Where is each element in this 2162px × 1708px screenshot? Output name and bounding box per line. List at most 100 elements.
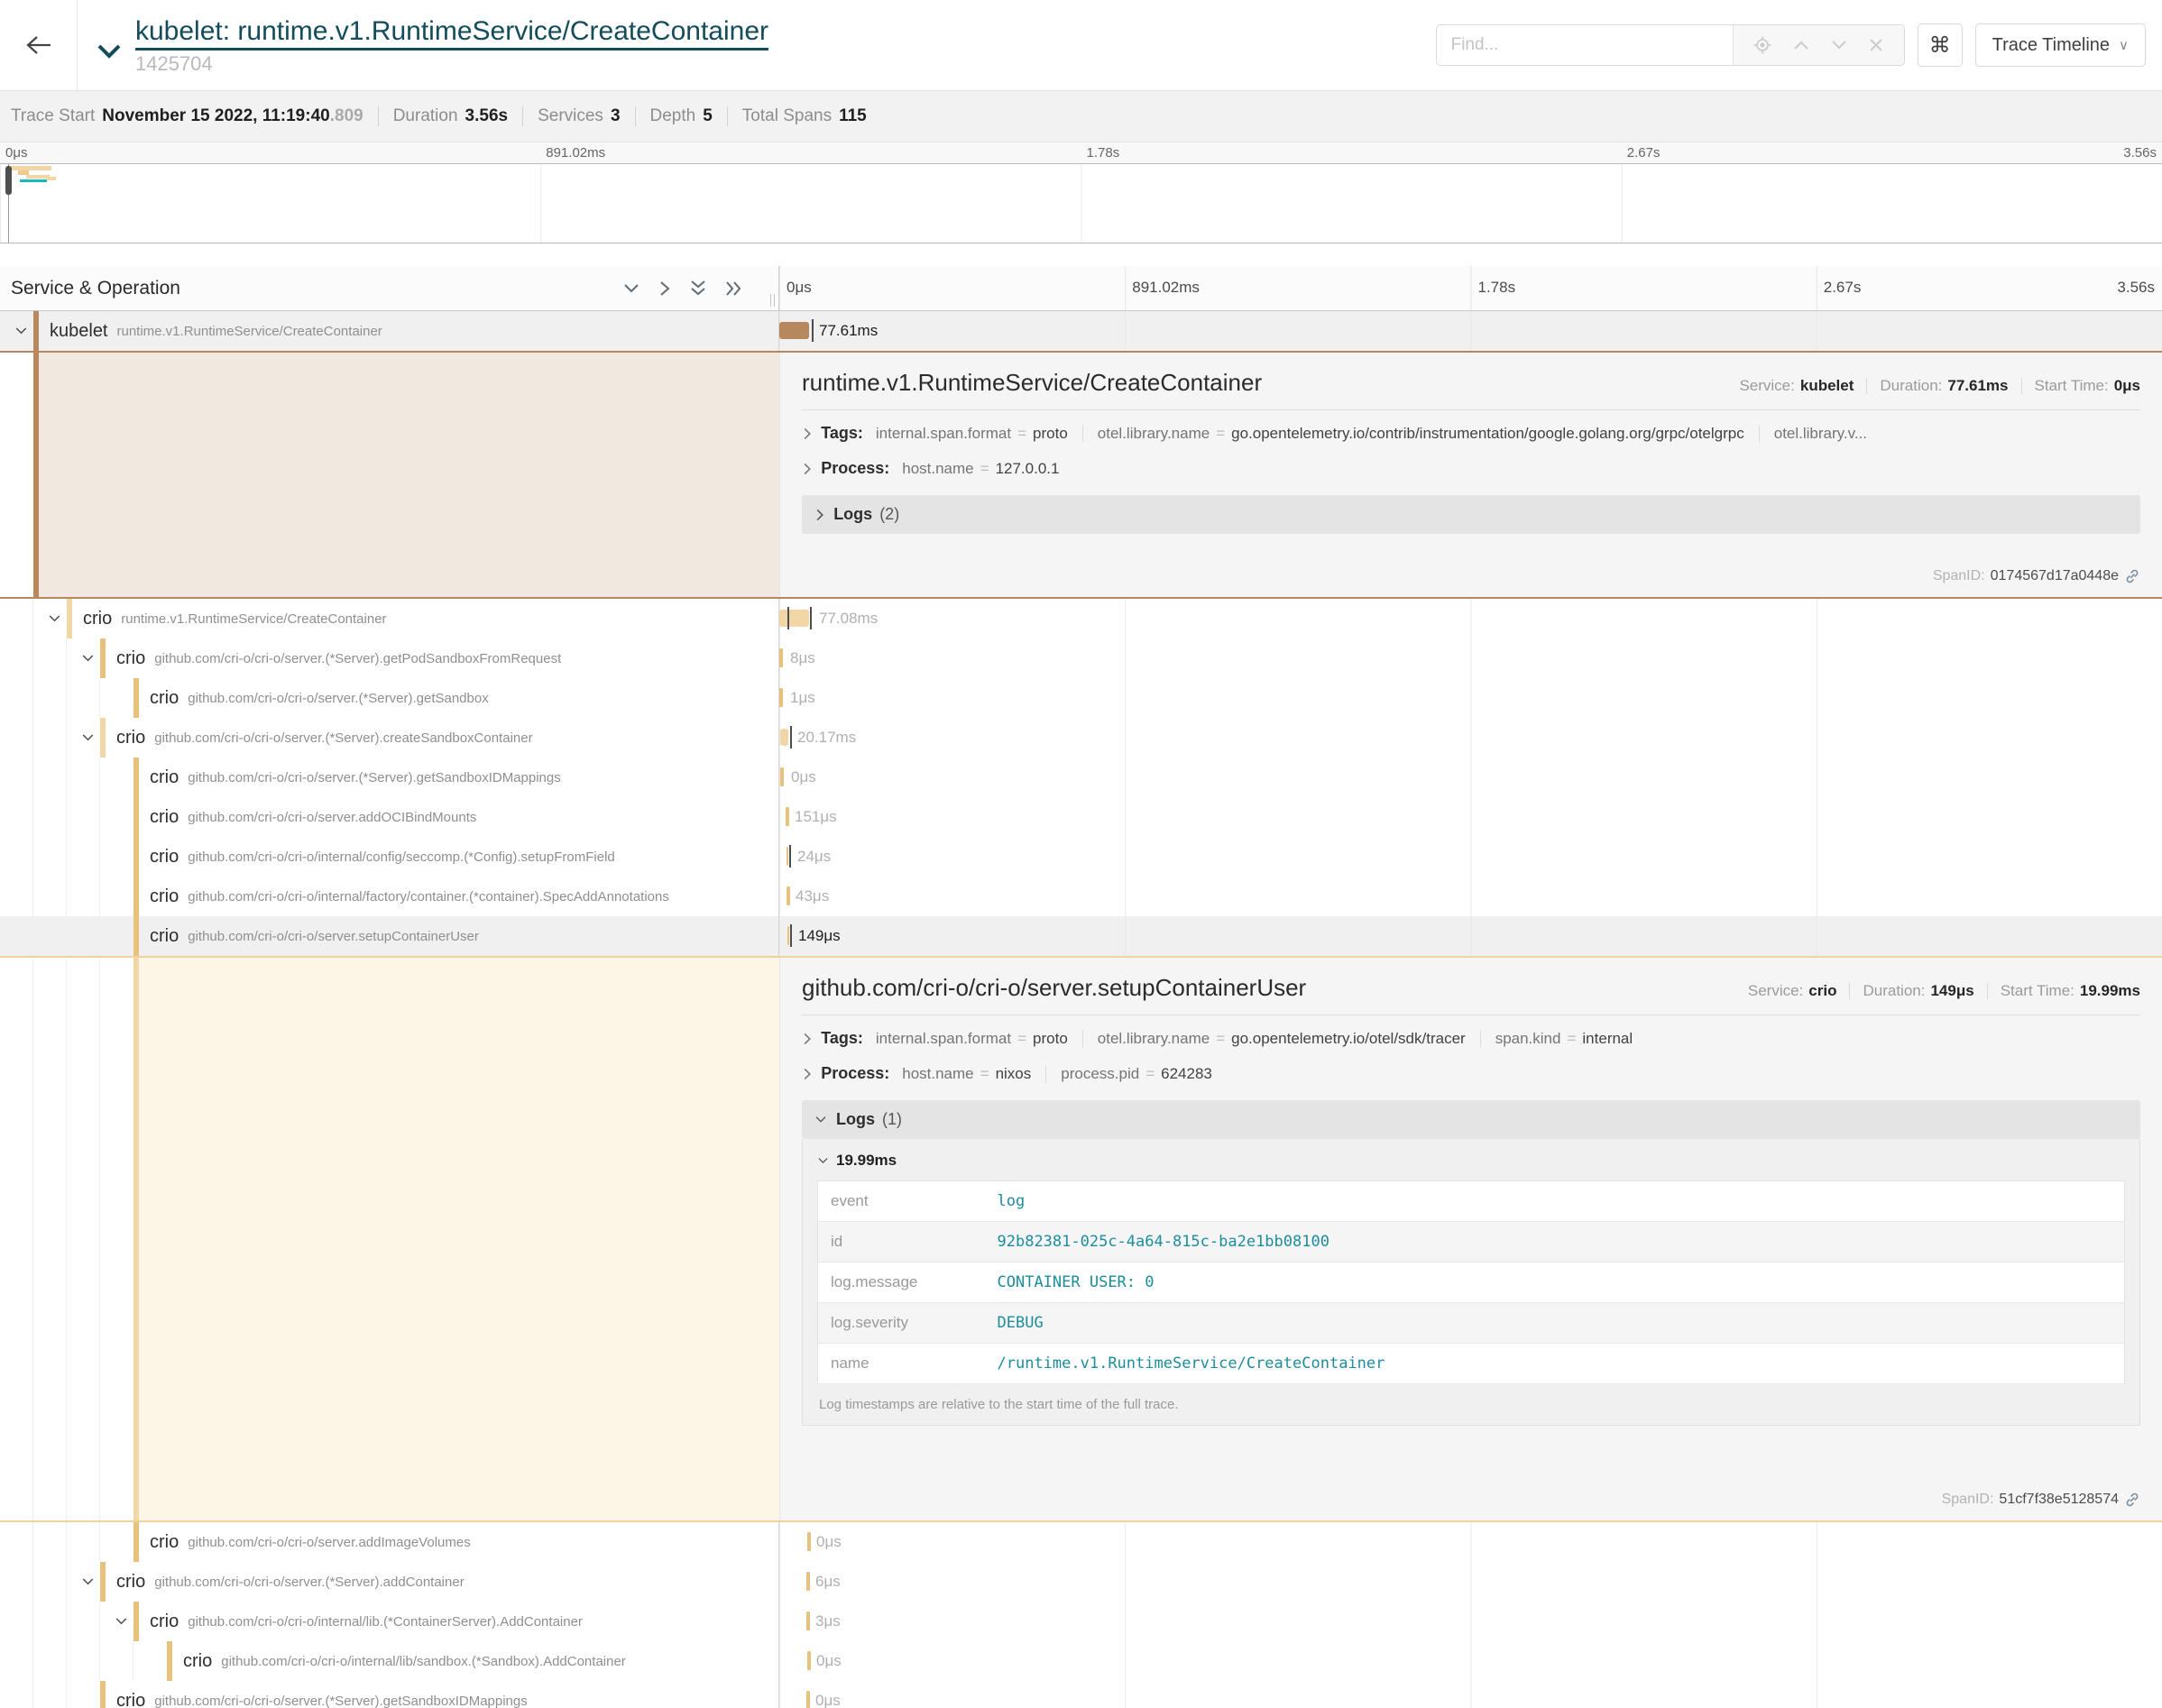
minimap-tick-label: 2.67s xyxy=(1627,145,1661,161)
trace-collapse-chevron-icon[interactable] xyxy=(96,41,123,66)
log-entry: 19.99mseventlogid92b82381-025c-4a64-815c… xyxy=(802,1139,2140,1426)
span-row[interactable]: criogithub.com/cri-o/cri-o/server.(*Serv… xyxy=(0,1562,2162,1602)
span-timeline-cell[interactable]: 0μs xyxy=(779,1522,2162,1562)
indent-guide xyxy=(0,1522,33,1562)
span-row[interactable]: criogithub.com/cri-o/cri-o/server.(*Serv… xyxy=(0,678,2162,718)
indent-guide xyxy=(0,1562,33,1602)
span-row[interactable]: criogithub.com/cri-o/cri-o/server.(*Serv… xyxy=(0,718,2162,758)
span-timeline-cell[interactable]: 151μs xyxy=(779,797,2162,837)
row-expand-chevron-icon[interactable] xyxy=(81,653,95,664)
span-timeline-cell[interactable]: 149μs xyxy=(779,916,2162,956)
process-accordion[interactable]: Process:host.name=nixosprocess.pid=62428… xyxy=(802,1056,2140,1091)
span-duration-label: 151μs xyxy=(795,808,837,826)
span-row[interactable]: criogithub.com/cri-o/cri-o/server.(*Serv… xyxy=(0,638,2162,678)
span-row[interactable]: criogithub.com/cri-o/cri-o/server.(*Serv… xyxy=(0,1681,2162,1708)
back-button[interactable] xyxy=(0,0,78,90)
span-duration-bar[interactable] xyxy=(779,648,783,667)
span-duration-bar[interactable] xyxy=(787,926,789,945)
span-row[interactable]: criogithub.com/cri-o/cri-o/server.(*Serv… xyxy=(0,758,2162,797)
span-timeline-cell[interactable]: 20.17ms xyxy=(779,718,2162,758)
span-row[interactable]: criogithub.com/cri-o/cri-o/internal/conf… xyxy=(0,837,2162,877)
span-id-link[interactable] xyxy=(2124,568,2140,584)
span-timeline-cell[interactable]: 3μs xyxy=(779,1602,2162,1641)
span-timeline-cell[interactable]: 77.08ms xyxy=(779,599,2162,638)
span-row[interactable]: criogithub.com/cri-o/cri-o/server.addOCI… xyxy=(0,797,2162,837)
span-row[interactable]: kubeletruntime.v1.RuntimeService/CreateC… xyxy=(0,311,2162,351)
span-duration-bar[interactable] xyxy=(779,610,809,627)
log-field-value: DEBUG xyxy=(985,1303,2125,1344)
span-timeline-cell[interactable]: 43μs xyxy=(779,877,2162,916)
minimap-tick-label: 891.02ms xyxy=(546,145,605,161)
span-duration-bar[interactable] xyxy=(779,688,783,707)
span-service-name: crio xyxy=(116,1572,145,1593)
trace-minimap[interactable] xyxy=(0,163,2162,243)
tag-chip: host.name=nixos xyxy=(902,1065,1045,1083)
span-row[interactable]: criogithub.com/cri-o/cri-o/internal/lib.… xyxy=(0,1602,2162,1641)
span-duration-bar[interactable] xyxy=(787,847,788,866)
log-entry-timestamp[interactable]: 19.99ms xyxy=(817,1152,2125,1170)
column-resizer-handle[interactable] xyxy=(770,294,775,307)
collapse-one-icon[interactable] xyxy=(621,280,641,297)
span-name-cell: criogithub.com/cri-o/cri-o/server.(*Serv… xyxy=(0,1562,779,1602)
span-row[interactable]: criogithub.com/cri-o/cri-o/server.setupC… xyxy=(0,916,2162,956)
span-row[interactable]: criogithub.com/cri-o/cri-o/internal/fact… xyxy=(0,877,2162,916)
find-clear-icon[interactable] xyxy=(1869,38,1883,52)
span-timeline-cell[interactable]: 24μs xyxy=(779,837,2162,877)
find-prev-icon[interactable] xyxy=(1792,39,1810,51)
span-timeline-cell[interactable]: 0μs xyxy=(779,758,2162,797)
span-duration-bar[interactable] xyxy=(787,886,790,905)
row-expand-chevron-icon[interactable] xyxy=(48,613,61,624)
span-row[interactable]: crioruntime.v1.RuntimeService/CreateCont… xyxy=(0,599,2162,638)
process-accordion[interactable]: Process:host.name=127.0.0.1 xyxy=(802,451,2140,486)
tag-chip-list: host.name=127.0.0.1 xyxy=(902,460,1073,478)
tag-chip-list: internal.span.format=protootel.library.n… xyxy=(876,1030,1647,1048)
tags-accordion[interactable]: Tags:internal.span.format=protootel.libr… xyxy=(802,416,2140,451)
span-timeline-cell[interactable]: 0μs xyxy=(779,1681,2162,1708)
span-duration-bar[interactable] xyxy=(806,1572,810,1591)
logs-accordion[interactable]: Logs(2) xyxy=(802,495,2140,534)
view-selector-button[interactable]: Trace Timeline ∨ xyxy=(1975,23,2146,67)
span-duration-bar[interactable] xyxy=(780,729,788,746)
tags-accordion[interactable]: Tags:internal.span.format=protootel.libr… xyxy=(802,1021,2140,1056)
locate-icon[interactable] xyxy=(1753,36,1771,54)
span-timeline-cell[interactable]: 8μs xyxy=(779,638,2162,678)
accordion-chevron-icon xyxy=(814,1115,827,1125)
span-timeline-cell[interactable]: 0μs xyxy=(779,1641,2162,1681)
expand-all-icon[interactable] xyxy=(724,279,744,298)
indent-guide xyxy=(67,797,100,837)
span-duration-bar[interactable] xyxy=(786,807,789,826)
span-duration-bar[interactable] xyxy=(780,767,784,786)
indent-guide xyxy=(67,638,100,678)
span-duration-bar[interactable] xyxy=(806,1612,810,1630)
span-row[interactable]: criogithub.com/cri-o/cri-o/server.addIma… xyxy=(0,1522,2162,1562)
span-duration-bar[interactable] xyxy=(806,1691,810,1708)
span-duration-bar[interactable] xyxy=(807,1651,811,1670)
span-id-link[interactable] xyxy=(2124,1492,2140,1508)
find-next-icon[interactable] xyxy=(1830,39,1848,51)
span-operation-name: github.com/cri-o/cri-o/server.setupConta… xyxy=(188,929,479,944)
indent-guide xyxy=(67,958,100,1520)
find-input[interactable] xyxy=(1437,25,1733,65)
meta-separator xyxy=(1849,983,1850,999)
row-expand-chevron-icon[interactable] xyxy=(81,1576,95,1587)
span-timeline-cell[interactable]: 1μs xyxy=(779,678,2162,718)
span-duration-bar[interactable] xyxy=(807,1532,811,1551)
meta-label-service: Service: xyxy=(1748,982,1803,1000)
row-expand-chevron-icon[interactable] xyxy=(81,732,95,743)
span-timeline-cell[interactable]: 77.61ms xyxy=(779,311,2162,351)
collapse-all-icon[interactable] xyxy=(688,279,708,298)
keyboard-shortcuts-button[interactable]: ⌘ xyxy=(1918,23,1963,67)
row-expand-chevron-icon[interactable] xyxy=(14,326,28,336)
span-color-bar xyxy=(100,1562,106,1602)
find-box xyxy=(1436,24,1905,66)
minimap-scrubber-handle[interactable] xyxy=(5,166,12,195)
span-row[interactable]: criogithub.com/cri-o/cri-o/internal/lib/… xyxy=(0,1641,2162,1681)
span-duration-bar[interactable] xyxy=(779,322,809,339)
row-expand-chevron-icon[interactable] xyxy=(115,1616,128,1627)
expand-one-icon[interactable] xyxy=(658,280,672,298)
span-duration-label: 0μs xyxy=(815,1692,841,1708)
span-timeline-cell[interactable]: 6μs xyxy=(779,1562,2162,1602)
log-field-key: log.message xyxy=(818,1263,985,1303)
logs-accordion[interactable]: Logs(1) xyxy=(802,1100,2140,1139)
trace-title-link[interactable]: kubelet: runtime.v1.RuntimeService/Creat… xyxy=(135,14,768,51)
